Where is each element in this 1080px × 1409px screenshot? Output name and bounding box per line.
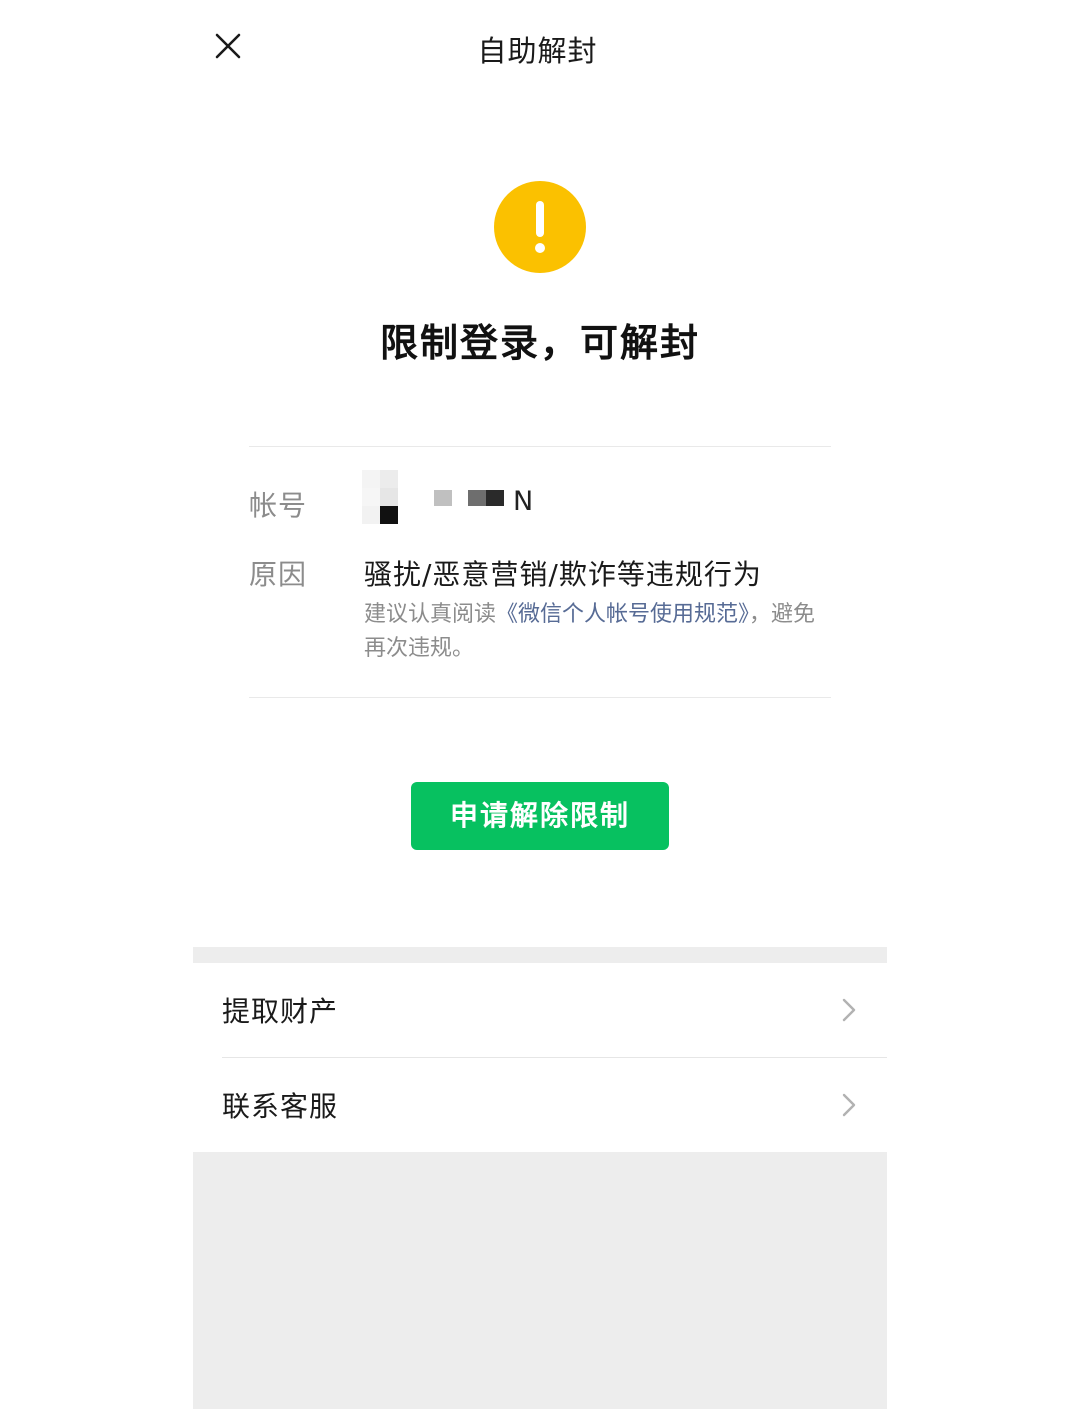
warning-icon-bar <box>536 201 544 237</box>
reason-hint: 建议认真阅读《微信个人帐号使用规范》，避免再次违规。 <box>364 598 834 666</box>
reason-label: 原因 <box>249 558 308 591</box>
pixel-block <box>468 490 486 506</box>
bottom-background <box>193 1152 887 1409</box>
warning-icon <box>494 181 586 273</box>
pixel-block <box>486 490 504 506</box>
unblock-page: 自助解封 限制登录，可解封 帐号 N 原因 骚扰/恶意营销/欺诈等违规行为 建议… <box>0 0 1080 1409</box>
info-bottom-divider <box>249 697 831 698</box>
chevron-right-icon <box>842 998 856 1022</box>
pixel-block <box>380 488 398 506</box>
list-item-contact-support[interactable]: 联系客服 <box>193 1058 887 1152</box>
pixel-block <box>362 470 380 488</box>
section-separator <box>193 947 887 963</box>
pixel-block <box>380 506 398 524</box>
list-item-label: 提取财产 <box>222 995 339 1028</box>
account-suffix: N <box>513 486 534 517</box>
pixel-block <box>362 488 380 506</box>
account-label: 帐号 <box>249 489 308 522</box>
pixel-block <box>434 490 452 506</box>
list-item-withdraw-assets[interactable]: 提取财产 <box>193 963 887 1058</box>
pixel-block <box>362 506 380 524</box>
list-item-label: 联系客服 <box>222 1090 339 1123</box>
usage-rules-link[interactable]: 《微信个人帐号使用规范》 <box>496 602 749 627</box>
reason-hint-prefix: 建议认真阅读 <box>364 602 497 627</box>
info-top-divider <box>249 446 831 447</box>
page-title: 自助解封 <box>477 34 598 68</box>
chevron-right-icon <box>842 1093 856 1117</box>
reason-value: 骚扰/恶意营销/欺诈等违规行为 <box>364 558 762 591</box>
apply-unblock-button[interactable]: 申请解除限制 <box>411 782 669 850</box>
warning-icon-dot <box>535 243 545 253</box>
status-title: 限制登录，可解封 <box>379 321 700 365</box>
options-list: 提取财产 联系客服 <box>193 963 887 1152</box>
pixel-block <box>380 470 398 488</box>
